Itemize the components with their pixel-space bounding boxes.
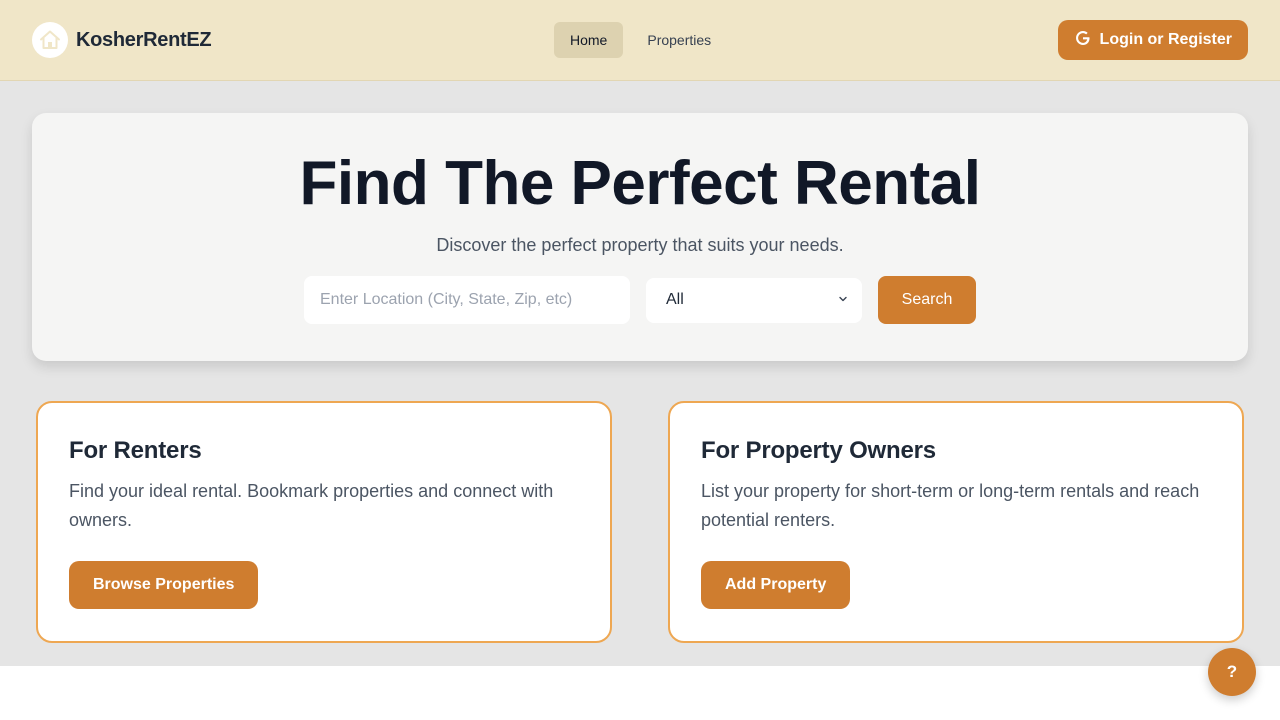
- owners-card-text: List your property for short-term or lon…: [701, 481, 1200, 530]
- add-property-button[interactable]: Add Property: [701, 561, 851, 609]
- audience-cards: For Renters Find your ideal rental. Book…: [32, 401, 1248, 643]
- main-content: Find The Perfect Rental Discover the per…: [0, 81, 1280, 666]
- brand-name: KosherRentEZ: [76, 28, 212, 51]
- browse-properties-button[interactable]: Browse Properties: [69, 561, 259, 609]
- login-register-button[interactable]: Login or Register: [1057, 20, 1248, 60]
- renters-card-title: For Renters: [69, 437, 202, 464]
- nav-item-home[interactable]: Home: [554, 22, 624, 58]
- owners-card-title: For Property Owners: [701, 437, 936, 464]
- brand[interactable]: KosherRentEZ: [32, 22, 212, 58]
- house-icon: [32, 22, 68, 58]
- hero-section: Find The Perfect Rental Discover the per…: [32, 113, 1248, 361]
- property-type-select[interactable]: All: [646, 277, 862, 323]
- top-navbar: KosherRentEZ Home Properties Login or Re…: [0, 0, 1280, 81]
- google-icon: [1074, 29, 1092, 52]
- renters-card: For Renters Find your ideal rental. Book…: [36, 401, 612, 643]
- search-bar: All Search: [304, 276, 976, 324]
- owners-card: For Property Owners List your property f…: [668, 401, 1244, 643]
- location-input[interactable]: [304, 276, 630, 324]
- main-nav: Home Properties: [554, 22, 727, 58]
- hero-title: Find The Perfect Rental: [299, 149, 981, 218]
- search-button[interactable]: Search: [878, 276, 976, 324]
- renters-card-text: Find your ideal rental. Bookmark propert…: [69, 481, 554, 530]
- property-type-value: All: [666, 291, 684, 308]
- hero-subtitle: Discover the perfect property that suits…: [436, 235, 844, 255]
- nav-item-properties[interactable]: Properties: [631, 22, 727, 58]
- help-button[interactable]: ?: [1208, 648, 1256, 696]
- login-register-label: Login or Register: [1099, 31, 1232, 48]
- chevron-down-icon: [838, 291, 848, 309]
